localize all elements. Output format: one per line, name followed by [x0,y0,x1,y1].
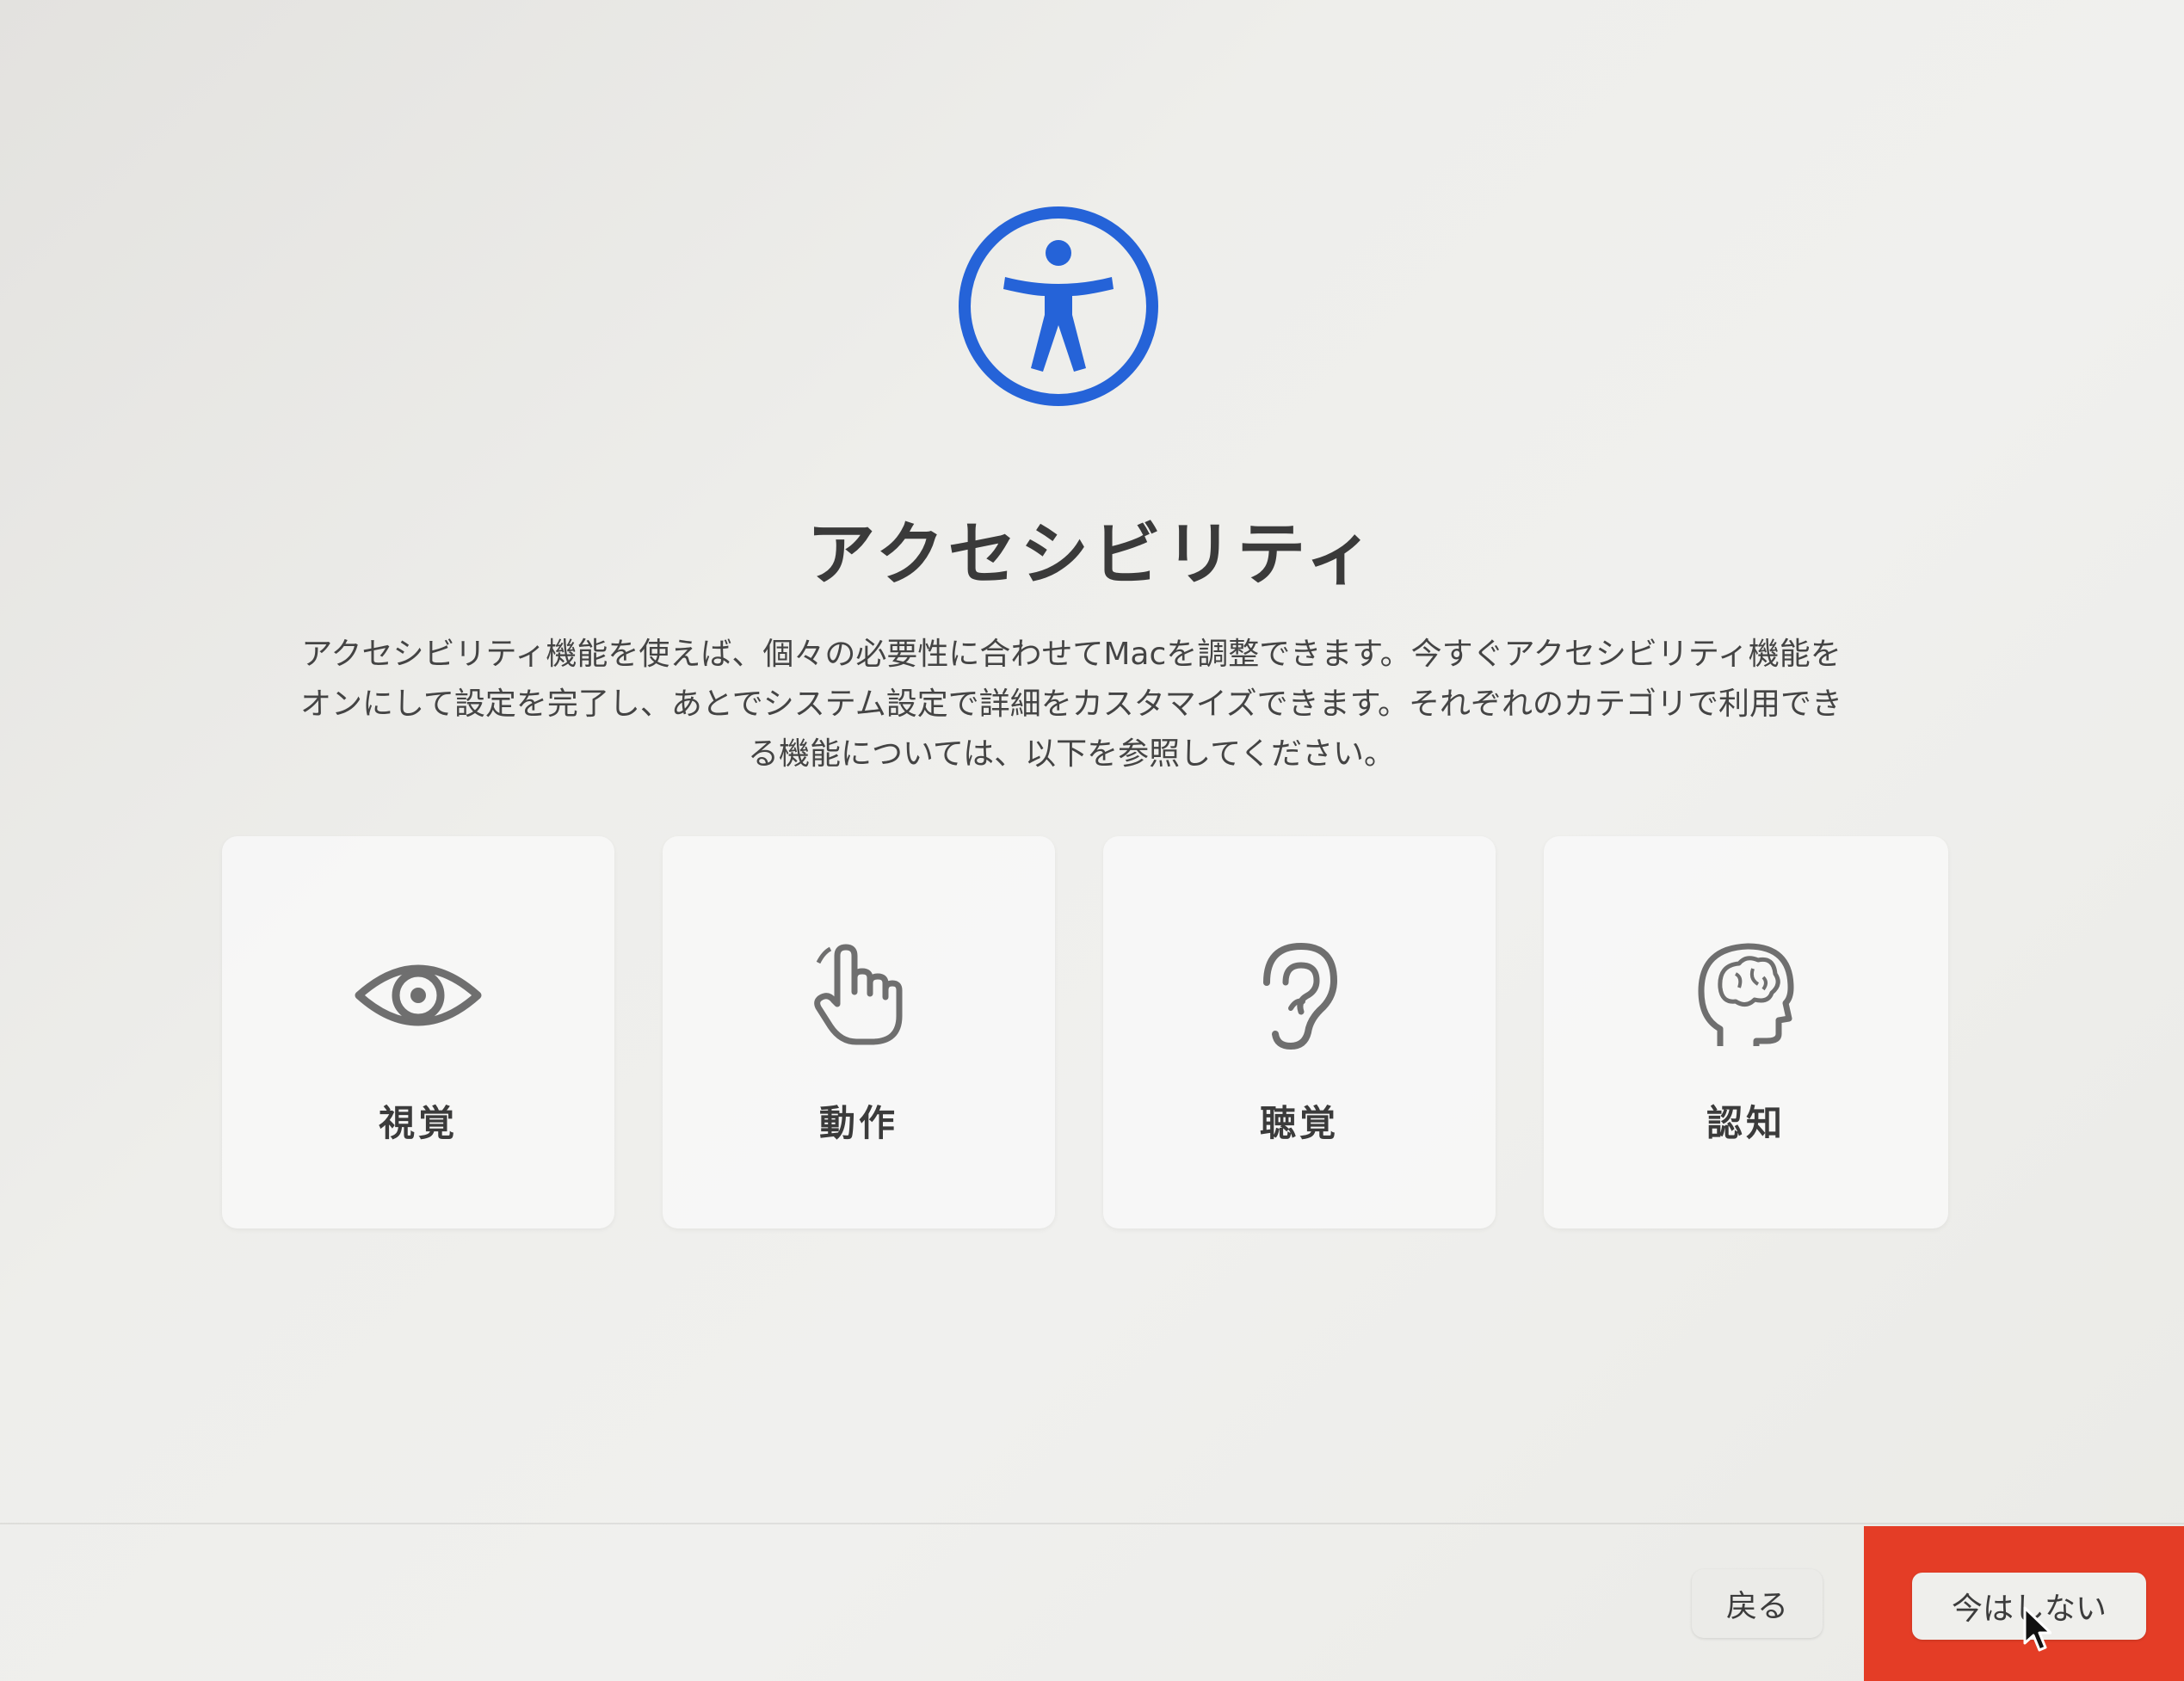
category-cards: 視覚 動作 聴覚 認知 [222,836,1957,1232]
category-label-cognitive: 認知 [1706,1102,1786,1144]
ear-icon [1235,931,1364,1060]
category-label-motor: 動作 [818,1102,898,1144]
footer-divider [0,1523,2184,1524]
setup-assistant-screen: アクセシビリティ アクセシビリティ機能を使えば、個々の必要性に合わせてMacを調… [0,0,2184,1681]
category-label-vision: 視覚 [378,1102,458,1144]
brain-head-icon [1681,931,1811,1060]
category-card-motor[interactable]: 動作 [663,836,1055,1228]
page-title: アクセシビリティ [806,514,1378,594]
back-button[interactable]: 戻る [1692,1569,1823,1638]
category-card-hearing[interactable]: 聴覚 [1103,836,1496,1228]
mouse-cursor-icon [2023,1606,2051,1652]
eye-icon [354,931,483,1060]
description-line: アクセシビリティ機能を使えば、個々の必要性に合わせてMacを調整できます。今すぐ… [301,637,1842,672]
category-card-vision[interactable]: 視覚 [222,836,614,1228]
accessibility-icon [959,206,1158,406]
description-line: る機能については、以下を参照してください。 [747,736,1396,772]
description-line: オンにして設定を完了し、あとでシステム設定で詳細をカスタマイズできます。それぞれ… [299,687,1843,722]
category-card-cognitive[interactable]: 認知 [1544,836,1948,1228]
hand-pointer-icon [794,931,923,1060]
page-description: アクセシビリティ機能を使えば、個々の必要性に合わせてMacを調整できます。今すぐ… [198,630,1945,779]
category-label-hearing: 聴覚 [1259,1102,1339,1144]
